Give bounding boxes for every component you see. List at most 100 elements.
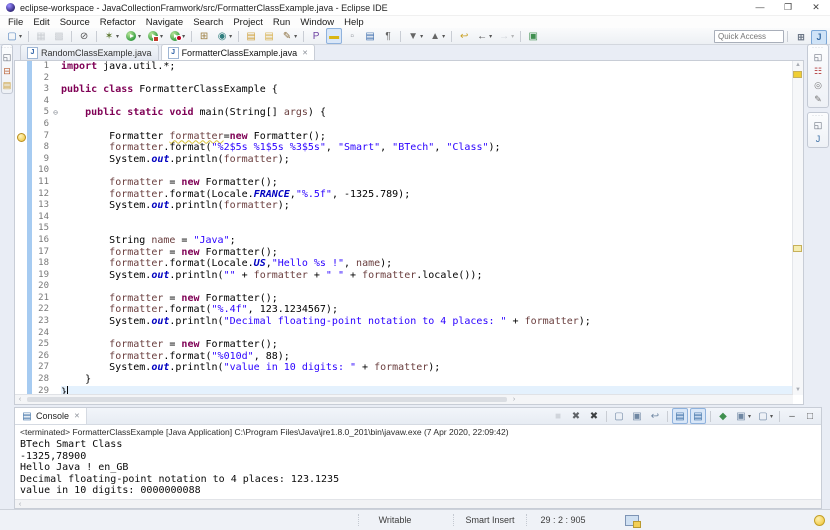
- open-plugin-artifact-button[interactable]: P: [308, 28, 324, 44]
- code-line[interactable]: 12 formatter.format(Locale.FRANCE,"%.5f"…: [15, 189, 793, 201]
- open-perspective-button[interactable]: ⊞: [793, 30, 809, 45]
- word-wrap-toggle[interactable]: ↩: [647, 408, 663, 424]
- code-line[interactable]: 13 System.out.println(formatter);: [15, 200, 793, 212]
- menu-navigate[interactable]: Navigate: [141, 17, 189, 28]
- editor-tab[interactable]: JFormatterClassExample.java✕: [161, 44, 315, 60]
- quick-access-input[interactable]: [714, 30, 784, 43]
- code-line[interactable]: 26 formatter.format("%010d", 88);: [15, 351, 793, 363]
- console-horizontal-scrollbar[interactable]: ‹: [15, 499, 821, 508]
- code-line[interactable]: 16 String name = "Java";: [15, 235, 793, 247]
- fold-collapse-icon[interactable]: ⊖: [50, 107, 61, 119]
- open-external-file-button[interactable]: ▤: [362, 28, 378, 44]
- debug-button[interactable]: ✶▾: [101, 28, 121, 44]
- code-line[interactable]: 24: [15, 328, 793, 340]
- show-whitespace-toggle[interactable]: ¶: [380, 28, 396, 44]
- editor-mode-icon[interactable]: [625, 515, 639, 526]
- open-web-browser-button[interactable]: ◉▾: [214, 28, 234, 44]
- code-line[interactable]: 27 System.out.println("value in 10 digit…: [15, 362, 793, 374]
- restore-window-button[interactable]: ❐: [774, 0, 802, 15]
- scroll-down-arrow-icon[interactable]: ▼: [793, 386, 803, 395]
- menu-project[interactable]: Project: [228, 17, 268, 28]
- code-line[interactable]: 22 formatter.format("%.4f", 123.1234567)…: [15, 304, 793, 316]
- menu-run[interactable]: Run: [268, 17, 295, 28]
- open-type-button[interactable]: ▤: [243, 28, 259, 44]
- java-perspective-button[interactable]: J: [811, 30, 827, 45]
- display-selected-console-dropdown[interactable]: ▣▾: [733, 408, 753, 424]
- code-line[interactable]: 6: [15, 119, 793, 131]
- code-line[interactable]: 10: [15, 165, 793, 177]
- menu-file[interactable]: File: [3, 17, 28, 28]
- pin-console-toggle[interactable]: ◆: [715, 408, 731, 424]
- restore-package-explorer-button[interactable]: ◱: [1, 51, 14, 63]
- code-area[interactable]: 1import java.util.*;23public class Forma…: [15, 61, 793, 395]
- menu-refactor[interactable]: Refactor: [95, 17, 141, 28]
- menu-edit[interactable]: Edit: [28, 17, 54, 28]
- editor-tab[interactable]: JRandomClassExample.java: [20, 44, 159, 60]
- next-annotation-button[interactable]: ▼▾: [405, 28, 425, 44]
- code-line[interactable]: 8 formatter.format("%2$5s %1$5s %3$5s", …: [15, 142, 793, 154]
- menu-search[interactable]: Search: [188, 17, 228, 28]
- code-line[interactable]: 5⊖ public static void main(String[] args…: [15, 107, 793, 119]
- console-output[interactable]: BTech Smart Class-1325,78900Hello Java !…: [15, 438, 821, 497]
- code-line[interactable]: 2: [15, 73, 793, 85]
- overview-warning-marker[interactable]: [793, 71, 802, 78]
- new-wizard-dropdown[interactable]: ▢▾: [4, 28, 24, 44]
- console-tab[interactable]: ▤ Console ✕: [15, 408, 87, 424]
- show-stdout-when-changed-toggle[interactable]: ▤: [672, 408, 688, 424]
- scroll-up-arrow-icon[interactable]: ▲: [793, 61, 803, 70]
- menu-window[interactable]: Window: [295, 17, 339, 28]
- last-edit-location-button[interactable]: ↩: [456, 28, 472, 44]
- notification-lightbulb-icon[interactable]: [814, 515, 825, 526]
- overview-marker-pale[interactable]: [793, 245, 802, 252]
- open-console-dropdown[interactable]: ▢▾: [755, 408, 775, 424]
- scroll-right-arrow-icon[interactable]: ›: [509, 396, 519, 403]
- back-button[interactable]: ←▾: [474, 28, 494, 44]
- menu-source[interactable]: Source: [55, 17, 95, 28]
- skip-all-breakpoints-button[interactable]: ⊘: [76, 28, 92, 44]
- minimize-window-button[interactable]: —: [746, 0, 774, 15]
- code-line[interactable]: 1import java.util.*;: [15, 61, 793, 73]
- code-line[interactable]: 25 formatter = new Formatter();: [15, 339, 793, 351]
- menu-help[interactable]: Help: [339, 17, 369, 28]
- previous-annotation-button[interactable]: ▲▾: [427, 28, 447, 44]
- restore-view-button[interactable]: ◱: [812, 51, 825, 63]
- search-button[interactable]: ✎▾: [279, 28, 299, 44]
- code-line[interactable]: 14: [15, 212, 793, 224]
- coverage-button[interactable]: ▾: [145, 28, 165, 44]
- task-list-view-icon[interactable]: ✎: [812, 93, 825, 105]
- close-window-button[interactable]: ✕: [802, 0, 830, 15]
- code-line[interactable]: 7 Formatter formatter=new Formatter();: [15, 131, 793, 143]
- code-line[interactable]: 3public class FormatterClassExample {: [15, 84, 793, 96]
- package-explorer-view-icon[interactable]: ▤: [1, 79, 14, 91]
- restore-view-button[interactable]: ◱: [812, 119, 825, 131]
- remove-launch-button[interactable]: ✖: [568, 408, 584, 424]
- mark-occurrences-toggle[interactable]: ▬: [326, 28, 342, 44]
- code-line[interactable]: 4: [15, 96, 793, 108]
- code-line[interactable]: 20: [15, 281, 793, 293]
- junit-view-icon[interactable]: J: [812, 133, 825, 145]
- close-icon[interactable]: ✕: [302, 49, 308, 57]
- outline-view-icon[interactable]: ☷: [812, 65, 825, 77]
- show-selected-element-button[interactable]: ▫: [344, 28, 360, 44]
- type-hierarchy-view-icon[interactable]: ⊟: [1, 65, 14, 77]
- code-line[interactable]: 17 formatter = new Formatter();: [15, 247, 793, 259]
- open-new-window-button[interactable]: ▣: [525, 28, 541, 44]
- code-line[interactable]: 18 formatter.format(Locale.US,"Hello %s …: [15, 258, 793, 270]
- remove-all-terminated-button[interactable]: ✖: [586, 408, 602, 424]
- code-line[interactable]: 21 formatter = new Formatter();: [15, 293, 793, 305]
- minimize-view-button[interactable]: ‒: [784, 408, 800, 424]
- clear-console-button[interactable]: ▢: [611, 408, 627, 424]
- new-java-project-button[interactable]: ⊞: [196, 28, 212, 44]
- close-icon[interactable]: ✕: [74, 412, 80, 420]
- code-line[interactable]: 19 System.out.println("" + formatter + "…: [15, 270, 793, 282]
- code-line[interactable]: 15: [15, 223, 793, 235]
- ant-view-icon[interactable]: ◎: [812, 79, 825, 91]
- open-resource-button[interactable]: ▤: [261, 28, 277, 44]
- scroll-lock-toggle[interactable]: ▣: [629, 408, 645, 424]
- editor-vertical-scrollbar[interactable]: ▲ ▼: [792, 61, 803, 395]
- maximize-view-button[interactable]: □: [802, 408, 818, 424]
- scroll-left-arrow-icon[interactable]: ‹: [15, 396, 25, 403]
- code-line[interactable]: 28 }: [15, 374, 793, 386]
- scroll-left-arrow-icon[interactable]: ‹: [15, 501, 25, 508]
- show-stderr-when-changed-toggle[interactable]: ▤: [690, 408, 706, 424]
